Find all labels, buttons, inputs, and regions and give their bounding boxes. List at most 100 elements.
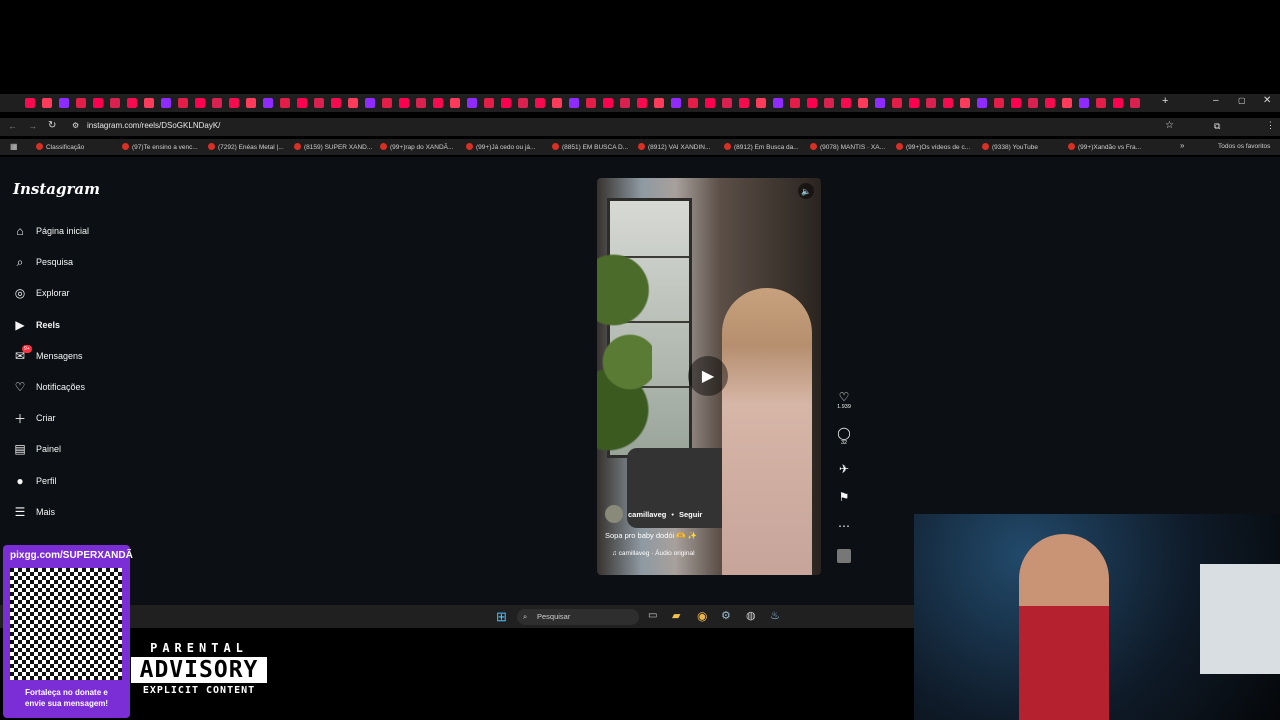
audio-thumbnail[interactable] (830, 549, 858, 566)
new-tab-icon[interactable]: + (1162, 95, 1168, 107)
browser-tab[interactable] (314, 98, 324, 108)
sidebar-item-painel[interactable]: ▤ Painel (13, 442, 61, 456)
bookmark-item[interactable]: Classificação (36, 143, 84, 151)
browser-tab[interactable] (93, 98, 103, 108)
browser-tab[interactable] (620, 98, 630, 108)
browser-tab[interactable] (705, 98, 715, 108)
browser-tab[interactable] (586, 98, 596, 108)
reel-avatar[interactable] (605, 505, 623, 523)
browser-tab[interactable] (552, 98, 562, 108)
sidebar-item-explorar[interactable]: ◎ Explorar (13, 286, 70, 300)
bookmark-item[interactable]: (8159) SUPER XAND... (294, 143, 372, 151)
browser-tab[interactable] (1011, 98, 1021, 108)
forward-icon[interactable]: → (28, 121, 37, 131)
maximize-icon[interactable]: ▢ (1238, 96, 1246, 105)
browser-tab[interactable] (59, 98, 69, 108)
kebab-menu-icon[interactable]: ⋮ (1266, 120, 1275, 131)
browser-tab[interactable] (1062, 98, 1072, 108)
comment-button[interactable]: ◯ 32 (830, 426, 858, 446)
reload-icon[interactable]: ↻ (48, 120, 56, 131)
browser-tab[interactable] (518, 98, 528, 108)
browser-tab[interactable] (773, 98, 783, 108)
browser-tab[interactable] (280, 98, 290, 108)
bookmark-item[interactable]: (8851) EM BUSCA D... (552, 143, 628, 151)
sidebar-item-perfil[interactable]: ● Perfil (13, 474, 56, 488)
browser-tab[interactable] (297, 98, 307, 108)
apps-icon[interactable]: ▦ (10, 142, 18, 151)
browser-tab[interactable] (790, 98, 800, 108)
folder-icon[interactable]: ▰ (672, 609, 680, 622)
site-settings-icon[interactable]: ⚙ (72, 121, 79, 130)
bookmark-item[interactable]: (99+)Já cedo ou já... (466, 143, 535, 151)
browser-tab[interactable] (722, 98, 732, 108)
browser-tab[interactable] (1130, 98, 1140, 108)
browser-tab[interactable] (25, 98, 35, 108)
bookmark-item[interactable]: (9338) YouTube (982, 143, 1038, 151)
browser-tab[interactable] (127, 98, 137, 108)
browser-tab[interactable] (348, 98, 358, 108)
browser-tab[interactable] (569, 98, 579, 108)
bookmark-star-icon[interactable]: ☆ (1165, 120, 1174, 131)
browser-tab[interactable] (416, 98, 426, 108)
browser-tab[interactable] (756, 98, 766, 108)
browser-tab[interactable] (76, 98, 86, 108)
browser-tab[interactable] (229, 98, 239, 108)
browser-tab[interactable] (739, 98, 749, 108)
browser-tab[interactable] (161, 98, 171, 108)
save-icon[interactable]: ⚑ (830, 490, 858, 504)
sidebar-item-reels[interactable]: ▶ Reels (13, 318, 60, 332)
sidebar-item-notificações[interactable]: ♡ Notificações (13, 380, 85, 394)
browser-tab[interactable] (331, 98, 341, 108)
browser-tab[interactable] (875, 98, 885, 108)
browser-tab[interactable] (892, 98, 902, 108)
bookmark-item[interactable]: (7292) Enéas Metal |... (208, 143, 284, 151)
browser-tab[interactable] (858, 98, 868, 108)
sidebar-item-mais[interactable]: ☰ Mais (13, 505, 55, 519)
steam-icon[interactable]: ♨ (770, 609, 780, 622)
close-window-icon[interactable]: ✕ (1263, 95, 1271, 106)
play-button-icon[interactable]: ▶ (688, 356, 728, 396)
all-bookmarks-folder[interactable]: Todos os favoritos (1218, 143, 1270, 150)
browser-tab[interactable] (42, 98, 52, 108)
back-icon[interactable]: ← (8, 121, 17, 131)
browser-tab[interactable] (433, 98, 443, 108)
browser-tab[interactable] (535, 98, 545, 108)
browser-tab[interactable] (467, 98, 477, 108)
windows-start-icon[interactable]: ⊞ (496, 609, 507, 625)
follow-button[interactable]: Seguir (679, 510, 702, 519)
browser-tab[interactable] (144, 98, 154, 108)
sidebar-item-criar[interactable]: ＋ Criar (13, 411, 56, 426)
sidebar-item-página-inicial[interactable]: ⌂ Página inicial (13, 224, 89, 238)
bookmark-item[interactable]: (8912) VAI XANDIN... (638, 143, 710, 151)
reel-video[interactable]: ▶ 🔈 camillaveg • Seguir Sopa pro baby do… (597, 178, 821, 575)
browser-tab[interactable] (671, 98, 681, 108)
browser-tab[interactable] (977, 98, 987, 108)
bookmark-item[interactable]: (8912) Em Busca da... (724, 143, 799, 151)
browser-tab[interactable] (960, 98, 970, 108)
browser-tab[interactable] (246, 98, 256, 108)
extensions-icon[interactable]: ⧉ (1214, 121, 1220, 132)
browser-tab[interactable] (994, 98, 1004, 108)
bookmarks-overflow-icon[interactable]: » (1180, 141, 1184, 150)
browser-tab[interactable] (807, 98, 817, 108)
bookmark-item[interactable]: (97)Te ensino a venc... (122, 143, 198, 151)
like-button[interactable]: ♡ 1.939 (830, 390, 858, 410)
browser-tab[interactable] (909, 98, 919, 108)
browser-tab[interactable] (1028, 98, 1038, 108)
browser-tab[interactable] (382, 98, 392, 108)
bookmark-item[interactable]: (99+)Os vídeos de c... (896, 143, 970, 151)
minimize-icon[interactable]: – (1213, 95, 1219, 106)
bookmark-item[interactable]: (9078) MANTIS · XA... (810, 143, 885, 151)
browser-tab[interactable] (501, 98, 511, 108)
url-input[interactable]: instagram.com/reels/DSoGKLNDayK/ (87, 121, 220, 130)
browser-tab[interactable] (178, 98, 188, 108)
sidebar-item-pesquisa[interactable]: ⌕ Pesquisa (13, 255, 73, 269)
taskview-icon[interactable]: ▭ (648, 610, 657, 621)
browser-tab[interactable] (365, 98, 375, 108)
browser-tab[interactable] (263, 98, 273, 108)
browser-tab[interactable] (212, 98, 222, 108)
sound-toggle-icon[interactable]: 🔈 (798, 183, 814, 199)
chrome-icon[interactable]: ◉ (697, 609, 707, 623)
browser-tab[interactable] (1096, 98, 1106, 108)
reel-audio[interactable]: ♫ camillaveg · Áudio original (605, 550, 702, 557)
